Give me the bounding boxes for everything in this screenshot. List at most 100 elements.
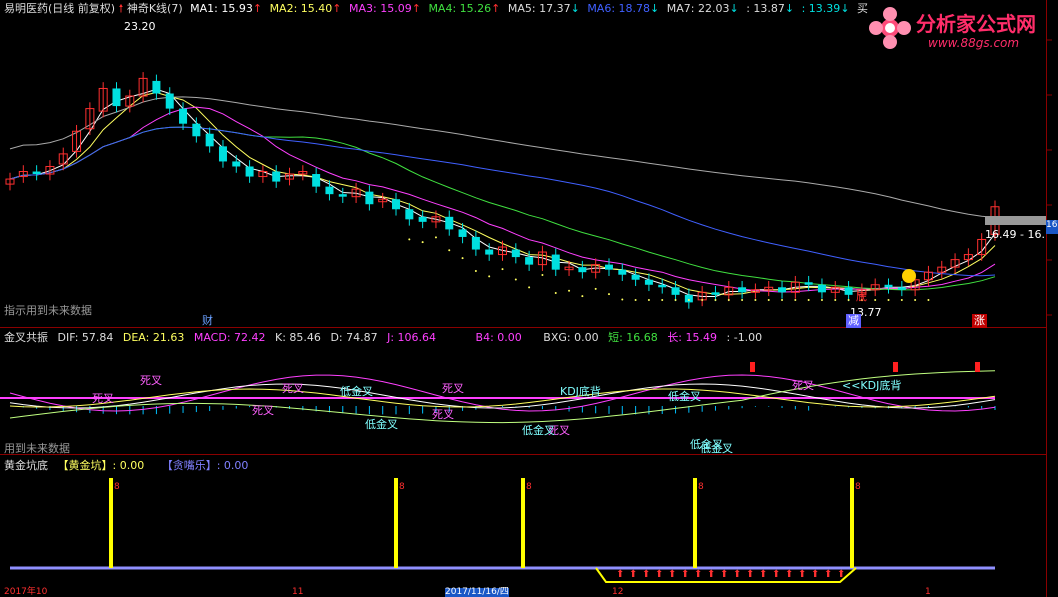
candle-down	[232, 161, 241, 167]
gold-arrow-icon: ⬆	[811, 569, 819, 580]
candle-down	[32, 171, 41, 175]
right-axis-line	[1046, 0, 1047, 597]
logo-text: 分析家公式网	[916, 12, 1036, 36]
cross-label: 死叉	[432, 408, 454, 421]
trail-dot	[501, 268, 504, 271]
candle-down	[578, 267, 587, 273]
ma-line-4	[9, 126, 996, 291]
ma-line-2	[9, 91, 996, 295]
trail-dot	[847, 299, 850, 301]
red-flag	[750, 362, 755, 372]
gold-arrow-icon: ⬆	[759, 569, 767, 580]
trail-dot	[741, 299, 744, 301]
bxg-label: BXG: 0.00	[543, 331, 599, 344]
cross-label: 低金叉	[668, 389, 701, 403]
trail-dot	[514, 278, 517, 281]
candle-down	[165, 93, 174, 109]
huangjinkeng-label: 【黄金坑】: 0.00	[57, 459, 145, 472]
high-price-label: 23.20	[124, 20, 156, 33]
cross-label: 死叉	[140, 374, 162, 387]
macd-header: 金叉共振 DIF: 57.84 DEA: 21.63 MACD: 72.42 K…	[4, 331, 762, 345]
ma6-label: MA6: 18.78	[587, 2, 651, 15]
indicator-name[interactable]: 神奇K线(7)	[127, 2, 183, 15]
candle-down	[778, 287, 787, 293]
dea-label: DEA: 21.63	[122, 331, 185, 344]
gold-arrow-icon: ⬆	[655, 569, 663, 580]
cross-label: 低金叉	[365, 417, 398, 431]
trail-dot	[914, 299, 917, 301]
candle-down	[205, 133, 214, 147]
zhang-marker: 涨	[972, 314, 987, 328]
candle-down	[684, 294, 693, 303]
ma2-label: MA2: 15.40	[269, 2, 333, 15]
d-label: D: 74.87	[330, 331, 378, 344]
candle-down	[525, 257, 534, 265]
candle-down	[192, 123, 201, 137]
candle-down	[392, 199, 401, 210]
axis-label-nov: 11	[292, 587, 304, 597]
trail-dot	[448, 249, 451, 252]
trail-dot	[661, 299, 664, 301]
chang-label: 长: 15.49	[667, 331, 718, 344]
ma-line-1	[9, 88, 996, 297]
gold-arrow-icon: ⬆	[837, 569, 845, 580]
gold-arrow-icon: ⬆	[707, 569, 715, 580]
trail-dot	[554, 291, 557, 294]
trail-dot	[687, 299, 690, 301]
candle-down	[711, 292, 720, 295]
candle-down	[817, 284, 826, 293]
candle-down	[312, 174, 321, 187]
duan-label: 短: 16.68	[608, 331, 658, 344]
logo-flower-icon	[869, 7, 911, 49]
cross-label: 死叉	[252, 404, 274, 417]
extra3-label: 买	[857, 2, 869, 15]
gold-arrow-icon: ⬆	[681, 569, 689, 580]
macd-name[interactable]: 金叉共振	[4, 331, 48, 344]
candle-down	[365, 191, 374, 205]
smiley-icon	[902, 269, 916, 283]
candle-down	[471, 236, 480, 250]
extra1-label: : 13.87	[746, 2, 785, 15]
ma-line-long	[9, 96, 996, 218]
candle-down	[338, 194, 347, 197]
trail-dot	[754, 299, 757, 301]
trail-dot	[421, 241, 424, 244]
gold-bar	[109, 478, 113, 568]
trail-dot	[887, 299, 890, 301]
axis-cursor-date[interactable]: 2017/11/16/四	[445, 588, 509, 597]
trail-dot	[474, 270, 477, 273]
gold-name[interactable]: 黄金坑底	[4, 459, 48, 472]
gold-arrow-icon: ⬆	[798, 569, 806, 580]
trail-dot	[434, 236, 437, 239]
trail-dot	[488, 275, 491, 278]
price-highlight-bar	[985, 216, 1046, 225]
cross-label: 低金叉	[340, 384, 373, 398]
trail-dot	[594, 287, 597, 290]
cross-label: 死叉	[442, 382, 464, 395]
trail-dot	[781, 299, 784, 301]
stock-title[interactable]: 易明医药(日线 前复权)	[4, 2, 115, 15]
dif-label: DIF: 57.84	[57, 331, 114, 344]
ma7-label: MA7: 22.03	[666, 2, 730, 15]
trail-dot	[701, 299, 704, 301]
site-logo: 分析家公式网 www.88gs.com	[868, 6, 1044, 52]
trail-dot	[607, 293, 610, 296]
tanzuile-label: 【贪嘴乐】: 0.00	[161, 459, 249, 472]
trail-dot	[541, 274, 544, 277]
trail-dot	[834, 299, 837, 301]
last-label: : -1.00	[726, 331, 763, 344]
ma5-label: MA5: 17.37	[507, 2, 571, 15]
gold-bar-label: 8	[698, 482, 704, 492]
gold-bar	[693, 478, 697, 568]
candle-down	[644, 279, 653, 285]
cross-label: 死叉	[792, 379, 814, 392]
cross-label: 低金叉	[522, 423, 555, 437]
logo-url: www.88gs.com	[928, 36, 1020, 50]
k-label: K: 85.46	[275, 331, 321, 344]
candle-down	[671, 287, 680, 295]
right-price-tag: 16	[1046, 220, 1058, 234]
red-flag	[893, 362, 898, 372]
gold-arrow-icon: ⬆	[629, 569, 637, 580]
candle-down	[218, 146, 227, 162]
red-flag	[975, 362, 980, 372]
